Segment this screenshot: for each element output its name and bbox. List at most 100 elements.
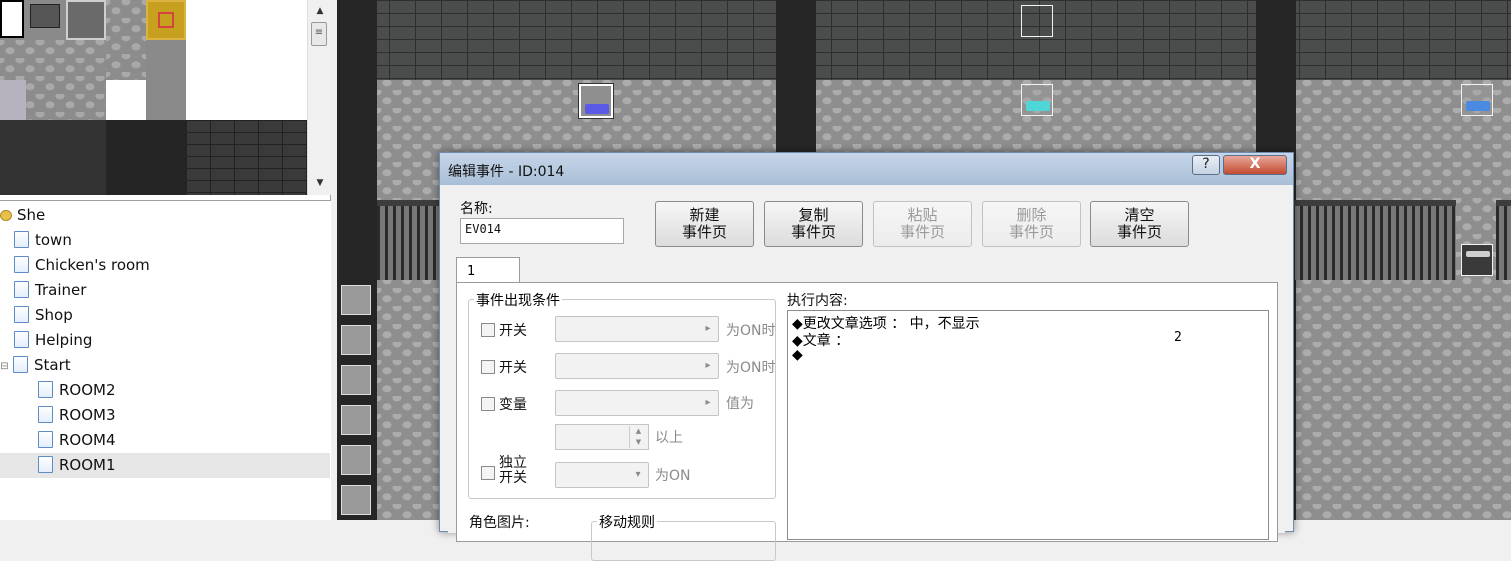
switch1-checkbox[interactable] — [481, 323, 495, 337]
self-switch-label-line: 开关 — [499, 470, 527, 486]
chevron-down-icon: ▾ — [635, 469, 641, 480]
tree-node-room3[interactable]: ROOM3 — [38, 403, 116, 428]
map-fence — [1496, 200, 1511, 280]
clear-page-button[interactable]: 清空 事件页 — [1090, 201, 1189, 247]
contents-label: 执行内容: — [787, 293, 848, 309]
tile-brick[interactable] — [186, 120, 307, 195]
map-page-icon — [14, 231, 29, 248]
map-page-icon — [38, 431, 53, 448]
variable-value-spinner[interactable]: ▲ ▼ — [555, 424, 649, 450]
tree-node-trainer[interactable]: Trainer — [14, 278, 86, 303]
tile-cobble[interactable] — [106, 0, 146, 80]
map-page-icon — [38, 406, 53, 423]
tree-node-label: Trainer — [35, 281, 87, 299]
command-line[interactable]: ◆ — [792, 347, 803, 363]
map-tile — [341, 325, 371, 355]
map-event[interactable] — [578, 83, 614, 119]
button-label: 复制 — [798, 206, 829, 224]
event-sprite — [585, 104, 609, 114]
switch1-label: 开关 — [499, 323, 527, 339]
tree-node-chickens-room[interactable]: Chicken's room — [14, 253, 150, 278]
tile-light[interactable] — [0, 80, 26, 120]
map-tile — [341, 365, 371, 395]
map-pillar — [337, 0, 377, 520]
close-button[interactable]: X — [1223, 155, 1287, 175]
tile-empty[interactable] — [186, 0, 307, 120]
delete-page-button[interactable]: 删除 事件页 — [982, 201, 1081, 247]
above-label: 以上 — [655, 430, 683, 446]
dialog-title: 编辑事件 - ID:014 — [448, 164, 565, 180]
button-label: 事件页 — [899, 223, 945, 241]
button-label: 粘贴 — [907, 206, 938, 224]
switch2-checkbox[interactable] — [481, 360, 495, 374]
event-name-input[interactable]: EV014 — [460, 218, 624, 244]
event-sprite — [1466, 251, 1490, 257]
tree-node-label: ROOM4 — [59, 431, 116, 449]
tree-node-room4[interactable]: ROOM4 — [38, 428, 116, 453]
event-commands-list[interactable]: ◆更改文章选项 ： 中，不显示 ◆文章 ： 2 ◆ — [787, 310, 1269, 540]
scroll-thumb[interactable]: ≡ — [311, 22, 327, 46]
tree-node-label: Helping — [35, 331, 93, 349]
spinner-arrows-icon[interactable]: ▲ ▼ — [629, 426, 647, 448]
tab-page-1[interactable]: 1 — [456, 257, 520, 283]
tileset-selection[interactable] — [0, 0, 24, 38]
switch1-select[interactable]: ▸ — [555, 316, 719, 342]
project-folder-icon — [0, 210, 12, 221]
tree-node-label: Start — [34, 356, 71, 374]
button-label: 删除 — [1016, 206, 1047, 224]
map-page-icon — [14, 256, 29, 273]
map-event-empty[interactable] — [1021, 5, 1053, 37]
self-switch-checkbox[interactable] — [481, 466, 495, 480]
tree-node-shop[interactable]: Shop — [14, 303, 73, 328]
event-sprite — [1466, 101, 1490, 111]
map-page-icon — [14, 306, 29, 323]
move-rule-title: 移动规则 — [597, 512, 657, 532]
map-page-icon — [13, 356, 28, 373]
variable-select[interactable]: ▸ — [555, 390, 719, 416]
scroll-up-icon[interactable]: ▲ — [308, 2, 332, 20]
tile-dark[interactable] — [106, 120, 186, 195]
dialog-titlebar[interactable]: 编辑事件 - ID:014 ? X — [440, 153, 1293, 185]
map-page-icon — [14, 331, 29, 348]
combo-arrow-icon: ▸ — [705, 397, 711, 408]
collapse-icon[interactable]: ⊟ — [0, 362, 9, 372]
event-page-panel: 事件出现条件 开关 ▸ 为ON时 开关 ▸ 为ON时 变量 ▸ 值为 ▲ ▼ 以上… — [456, 282, 1278, 561]
copy-page-button[interactable]: 复制 事件页 — [764, 201, 863, 247]
map-event[interactable] — [1461, 244, 1493, 276]
new-page-button[interactable]: 新建 事件页 — [655, 201, 754, 247]
tree-node-start[interactable]: ⊟ Start — [0, 353, 71, 378]
tile-carpet[interactable] — [146, 0, 186, 40]
character-image-label: 角色图片: — [469, 515, 530, 531]
button-label: 清空 — [1124, 206, 1155, 224]
self-switch-select[interactable]: ▾ — [555, 462, 649, 488]
scroll-down-icon[interactable]: ▼ — [308, 174, 332, 192]
map-page-icon — [38, 456, 53, 473]
map-fence — [377, 200, 439, 280]
tree-node-she[interactable]: She — [0, 203, 45, 228]
switch2-select[interactable]: ▸ — [555, 353, 719, 379]
edit-event-dialog: 编辑事件 - ID:014 ? X 名称: EV014 新建 事件页 复制 事件… — [439, 152, 1294, 561]
map-tile — [341, 405, 371, 435]
tree-node-town[interactable]: town — [14, 228, 72, 253]
tile-window[interactable] — [30, 4, 60, 28]
tile-dark[interactable] — [0, 120, 106, 195]
button-label: 新建 — [689, 206, 720, 224]
paste-page-button[interactable]: 粘贴 事件页 — [873, 201, 972, 247]
map-tile — [341, 485, 371, 515]
tree-node-helping[interactable]: Helping — [14, 328, 92, 353]
tileset-palette[interactable] — [0, 0, 307, 195]
self-switch-label: 独立 开关 — [499, 456, 527, 486]
variable-checkbox[interactable] — [481, 397, 495, 411]
tileset-scrollbar[interactable]: ▲ ≡ ▼ — [307, 0, 331, 195]
help-button[interactable]: ? — [1192, 155, 1220, 175]
tree-node-room2[interactable]: ROOM2 — [38, 378, 116, 403]
combo-arrow-icon: ▸ — [705, 360, 711, 371]
map-event[interactable] — [1461, 84, 1493, 116]
tile-white[interactable] — [106, 80, 146, 120]
tree-node-room1[interactable]: ROOM1 — [0, 453, 330, 478]
map-event[interactable] — [1021, 84, 1053, 116]
switch2-label: 开关 — [499, 360, 527, 376]
tile-doorway[interactable] — [66, 0, 106, 40]
variable-label: 变量 — [499, 397, 527, 413]
tree-node-label: town — [35, 231, 72, 249]
